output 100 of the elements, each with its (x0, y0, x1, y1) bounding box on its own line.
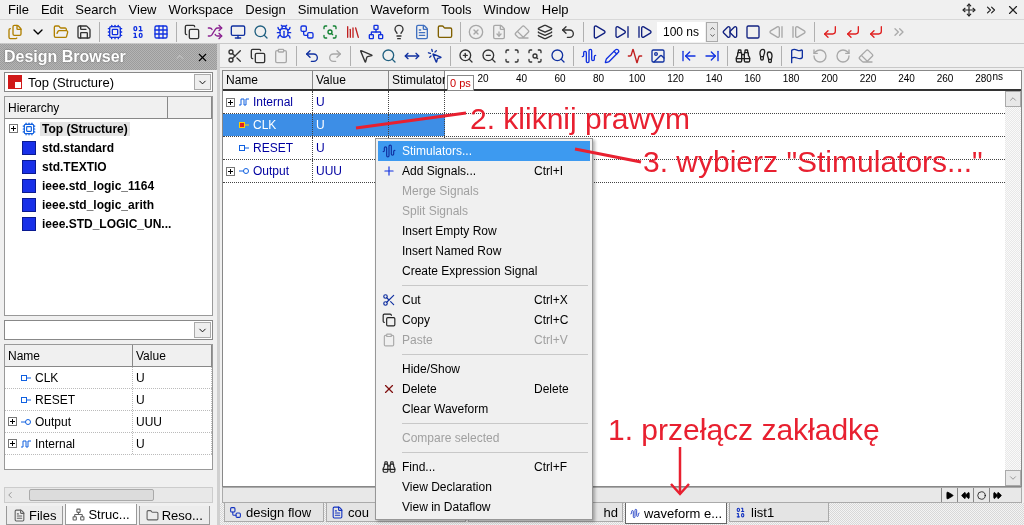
menu-item[interactable]: Hide/Show (378, 359, 590, 379)
signal-name[interactable]: RESET (253, 141, 293, 155)
tree-item[interactable]: ieee.std_logic_1164 (40, 178, 157, 193)
menu-item[interactable]: Waveform (364, 2, 436, 17)
expand-icon[interactable] (9, 124, 18, 133)
expand-icon[interactable] (226, 97, 235, 107)
ruler-unit: ns (992, 71, 1003, 82)
tree-item[interactable]: std.TEXTIO (40, 159, 109, 174)
ruler-tick: 40 (515, 73, 528, 84)
entity-icon (8, 75, 22, 89)
menu-item[interactable]: View Declaration (378, 477, 590, 497)
signal-value: U (133, 367, 212, 388)
chip-icon (22, 121, 36, 136)
signal-value: U (313, 91, 389, 113)
panel-tab[interactable]: Files (6, 506, 64, 525)
menu-item[interactable]: Design (239, 2, 292, 17)
menu-item[interactable]: Delete Delete (378, 379, 590, 399)
menu-item[interactable]: Insert Empty Row (378, 221, 590, 241)
binary-icon (734, 505, 747, 519)
menu-item[interactable]: Edit (34, 2, 70, 17)
signal-name[interactable]: Output (253, 164, 290, 178)
signal-name: Internal (35, 436, 76, 451)
column-header[interactable]: Value (133, 345, 212, 366)
play-icon[interactable] (941, 488, 957, 502)
tree-item[interactable]: std.standard (40, 140, 116, 155)
menu-item[interactable]: Find... Ctrl+F (378, 457, 590, 477)
add-icon (382, 164, 396, 178)
ruler-tick: 160 (744, 73, 761, 84)
expand-icon[interactable] (226, 166, 235, 176)
signal-value: U (313, 114, 389, 136)
ruler-tick: 240 (898, 73, 915, 84)
annotation-text: 1. przełącz zakładkę (608, 413, 880, 447)
menu-item[interactable]: Simulation (291, 2, 365, 17)
ruler-tick: 260 (936, 73, 954, 84)
ruler-tick: 200 (821, 73, 838, 84)
ruler-tick: 120 (667, 73, 684, 84)
ruler-tick: 180 (782, 73, 800, 84)
network-icon (72, 507, 86, 521)
horizontal-scrollbar[interactable] (4, 487, 213, 503)
tree-item[interactable]: ieee.STD_LOGIC_UN... (40, 216, 174, 231)
ruler-tick: 80 (592, 73, 605, 84)
package-icon (22, 140, 36, 155)
menu-item[interactable]: Copy Ctrl+C (378, 310, 590, 330)
tree-item[interactable]: Top (Structure) (40, 121, 130, 136)
package-icon (22, 216, 36, 231)
menu-item[interactable]: Clear Waveform (378, 399, 590, 419)
ruler-tick: 100 (628, 73, 646, 84)
package-icon (22, 178, 36, 193)
package-icon (22, 159, 36, 174)
document-icon (331, 505, 344, 519)
signal-value: UUU (133, 411, 212, 432)
output-port-icon (239, 167, 249, 175)
menu-item[interactable]: Cut Ctrl+X (378, 290, 590, 310)
cross-icon (382, 382, 396, 396)
menu-item[interactable]: File (2, 2, 35, 17)
scissors-icon (382, 293, 396, 307)
menu-item[interactable]: Tools (435, 2, 478, 17)
leader-line (574, 147, 642, 164)
expand-icon[interactable] (8, 439, 17, 448)
column-header[interactable]: Name (223, 71, 313, 89)
fast-forward-icon[interactable] (989, 488, 1005, 502)
column-header[interactable]: Name (5, 345, 133, 366)
document-icon (13, 508, 26, 522)
dropdown-value: Top (Structure) (28, 74, 115, 90)
menu-item[interactable]: Search (69, 2, 123, 17)
signal-value: U (133, 433, 212, 454)
menu-item[interactable]: Workspace (162, 2, 240, 17)
filter-dropdown[interactable] (4, 320, 213, 340)
input-port-icon (239, 121, 249, 129)
folder-icon (145, 508, 159, 522)
signal-name: CLK (35, 370, 59, 385)
waveform-icon (382, 144, 396, 158)
rewind-icon[interactable] (957, 488, 973, 502)
top-level-dropdown[interactable]: Top (Structure) (4, 72, 213, 92)
package-icon (22, 197, 36, 212)
expand-icon[interactable] (8, 417, 17, 426)
clipboard-icon (382, 333, 396, 347)
menu-item[interactable]: Help (535, 2, 575, 17)
menu-item[interactable]: Window (477, 2, 536, 17)
document-tab[interactable]: list1 (729, 503, 829, 522)
panel-tab[interactable]: Reso... (138, 506, 210, 525)
ruler-tick: 60 (554, 73, 566, 84)
input-port-icon (21, 373, 31, 382)
time-step-field[interactable]: 100 ns (657, 21, 705, 42)
panel-title: Design Browser (4, 48, 127, 66)
document-tab[interactable]: waveform e... (625, 503, 727, 524)
column-header[interactable]: Value (313, 71, 389, 89)
menu-item[interactable]: Insert Named Row (378, 241, 590, 261)
signal-name[interactable]: Internal (253, 95, 294, 109)
menu-item[interactable]: Create Expression Signal (378, 261, 590, 281)
document-tab[interactable]: design flow (224, 503, 324, 522)
tree-item[interactable]: ieee.std_logic_arith (40, 197, 157, 212)
menu-item[interactable]: View in Dataflow (378, 497, 590, 517)
column-header[interactable]: Stimulator (389, 71, 445, 89)
input-port-icon (239, 144, 249, 152)
panel-tab[interactable]: Struc... (65, 504, 137, 525)
binoculars-icon (382, 460, 396, 474)
ruler-tick: 20 (477, 73, 489, 84)
signal-name: RESET (35, 392, 75, 407)
menu-item[interactable]: View (122, 2, 163, 17)
